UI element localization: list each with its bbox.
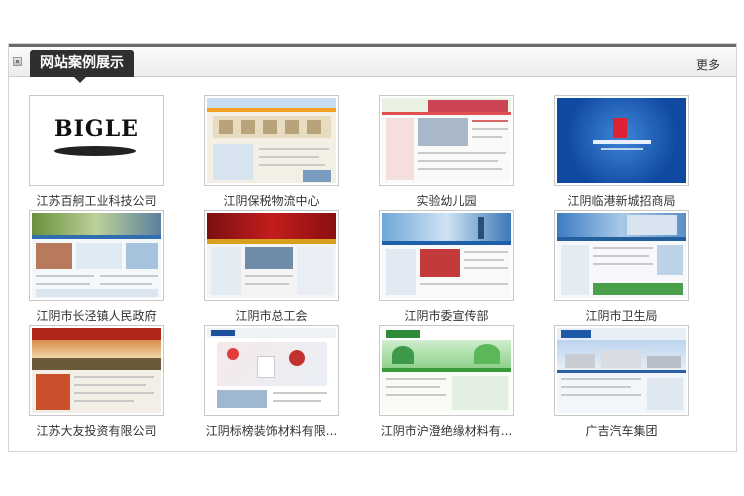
case-thumbnail[interactable]: [204, 325, 339, 416]
bigle-logo: BIGLE: [54, 116, 139, 142]
case-card[interactable]: BIGLE 江苏百舸工业科技公司: [9, 95, 184, 209]
case-card[interactable]: 江阴标榜装饰材料有限...: [184, 325, 359, 439]
case-caption[interactable]: 江苏大友投资有限公司: [9, 422, 184, 439]
case-thumbnail[interactable]: [554, 325, 689, 416]
case-card[interactable]: 江阴市长泾镇人民政府: [9, 210, 184, 324]
case-showcase-panel: 网站案例展示 更多 BIGLE 江苏百舸工业科技公司 江阴保税物流中心 实验幼儿…: [8, 43, 737, 452]
case-card[interactable]: 江阴市卫生局: [534, 210, 709, 324]
case-card[interactable]: 江苏大友投资有限公司: [9, 325, 184, 439]
case-caption[interactable]: 江阴临港新城招商局: [534, 192, 709, 209]
case-thumbnail[interactable]: [554, 95, 689, 186]
panel-title: 网站案例展示: [30, 50, 134, 83]
case-caption[interactable]: 江苏百舸工业科技公司: [9, 192, 184, 209]
case-thumbnail[interactable]: [379, 325, 514, 416]
more-link[interactable]: 更多: [696, 56, 720, 73]
case-card[interactable]: 江阴市沪澄绝缘材料有...: [359, 325, 534, 439]
case-card[interactable]: 广吉汽车集团: [534, 325, 709, 439]
case-thumbnail[interactable]: BIGLE: [29, 95, 164, 186]
case-caption[interactable]: 江阴市卫生局: [534, 307, 709, 324]
case-caption[interactable]: 江阴市沪澄绝缘材料有...: [359, 422, 534, 439]
case-thumbnail[interactable]: [29, 210, 164, 301]
case-caption[interactable]: 江阴市委宣传部: [359, 307, 534, 324]
case-thumbnail[interactable]: [554, 210, 689, 301]
case-card[interactable]: 江阴保税物流中心: [184, 95, 359, 209]
panel-corner-icon: [13, 57, 22, 66]
case-caption[interactable]: 江阴保税物流中心: [184, 192, 359, 209]
panel-header: 网站案例展示 更多: [9, 44, 736, 83]
case-card[interactable]: 江阴市委宣传部: [359, 210, 534, 324]
case-thumbnail[interactable]: [29, 325, 164, 416]
case-caption[interactable]: 实验幼儿园: [359, 192, 534, 209]
case-caption[interactable]: 广吉汽车集团: [534, 422, 709, 439]
case-caption[interactable]: 江阴市总工会: [184, 307, 359, 324]
case-thumbnail[interactable]: [204, 210, 339, 301]
case-thumbnail[interactable]: [379, 210, 514, 301]
case-thumbnail[interactable]: [379, 95, 514, 186]
case-card[interactable]: 江阴市总工会: [184, 210, 359, 324]
case-caption[interactable]: 江阴标榜装饰材料有限...: [184, 422, 359, 439]
case-card[interactable]: 江阴临港新城招商局: [534, 95, 709, 209]
case-caption[interactable]: 江阴市长泾镇人民政府: [9, 307, 184, 324]
case-card[interactable]: 实验幼儿园: [359, 95, 534, 209]
case-thumbnail[interactable]: [204, 95, 339, 186]
